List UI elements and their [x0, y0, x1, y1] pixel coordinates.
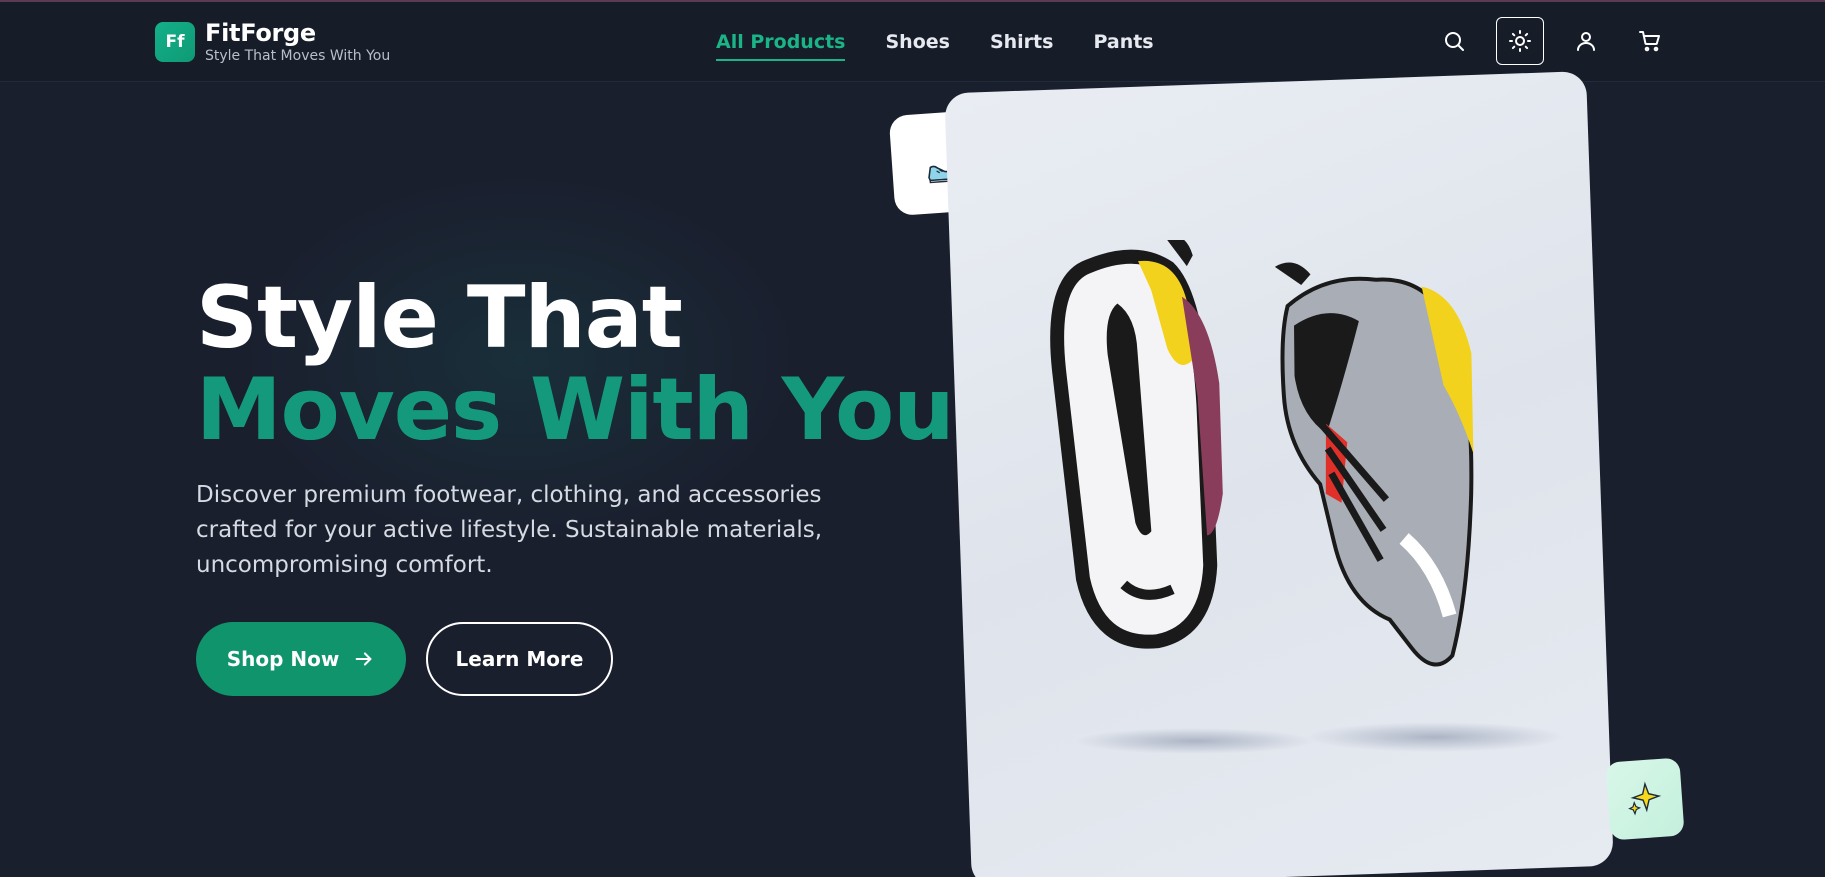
user-icon: [1577, 32, 1595, 51]
main-nav: All Products Shoes Shirts Pants: [716, 31, 1154, 61]
learn-more-button[interactable]: Learn More: [426, 622, 613, 696]
brand-name: FitForge: [205, 19, 316, 47]
hero-title-line1: Style That: [196, 268, 683, 368]
nav-shirts[interactable]: Shirts: [990, 31, 1054, 61]
shop-now-button[interactable]: Shop Now: [196, 622, 406, 696]
brand-logo: Ff: [155, 22, 195, 62]
nav-all-products[interactable]: All Products: [716, 31, 846, 61]
sun-icon: [1509, 30, 1531, 52]
hero-title: Style That Moves With You: [196, 268, 954, 460]
sparkles-icon: [1628, 781, 1662, 816]
navbar: Ff FitForge Style That Moves With You Al…: [0, 2, 1825, 82]
floating-sparkle-card: [1605, 757, 1685, 841]
nav-shoes[interactable]: Shoes: [885, 31, 949, 61]
learn-more-label: Learn More: [455, 647, 584, 671]
account-button[interactable]: [1562, 17, 1610, 65]
arrow-right-icon: [355, 652, 372, 666]
nav-pants[interactable]: Pants: [1093, 31, 1153, 61]
hero-description: Discover premium footwear, clothing, and…: [196, 482, 823, 578]
search-icon: [1445, 32, 1464, 51]
nav-actions: [1430, 17, 1670, 67]
brand[interactable]: Ff FitForge Style That Moves With You: [155, 21, 390, 63]
theme-toggle-button[interactable]: [1496, 17, 1544, 65]
search-button[interactable]: [1430, 17, 1478, 65]
cart-button[interactable]: [1626, 17, 1674, 65]
shoe-shadow-right: [1305, 722, 1565, 752]
shop-now-label: Shop Now: [226, 647, 340, 671]
floating-sneakers-image: [1050, 240, 1474, 667]
hero-title-line2: Moves With You: [196, 360, 954, 460]
brand-tagline: Style That Moves With You: [205, 48, 391, 64]
shoe-shadow-left: [1075, 728, 1315, 754]
cart-icon: [1639, 31, 1660, 52]
